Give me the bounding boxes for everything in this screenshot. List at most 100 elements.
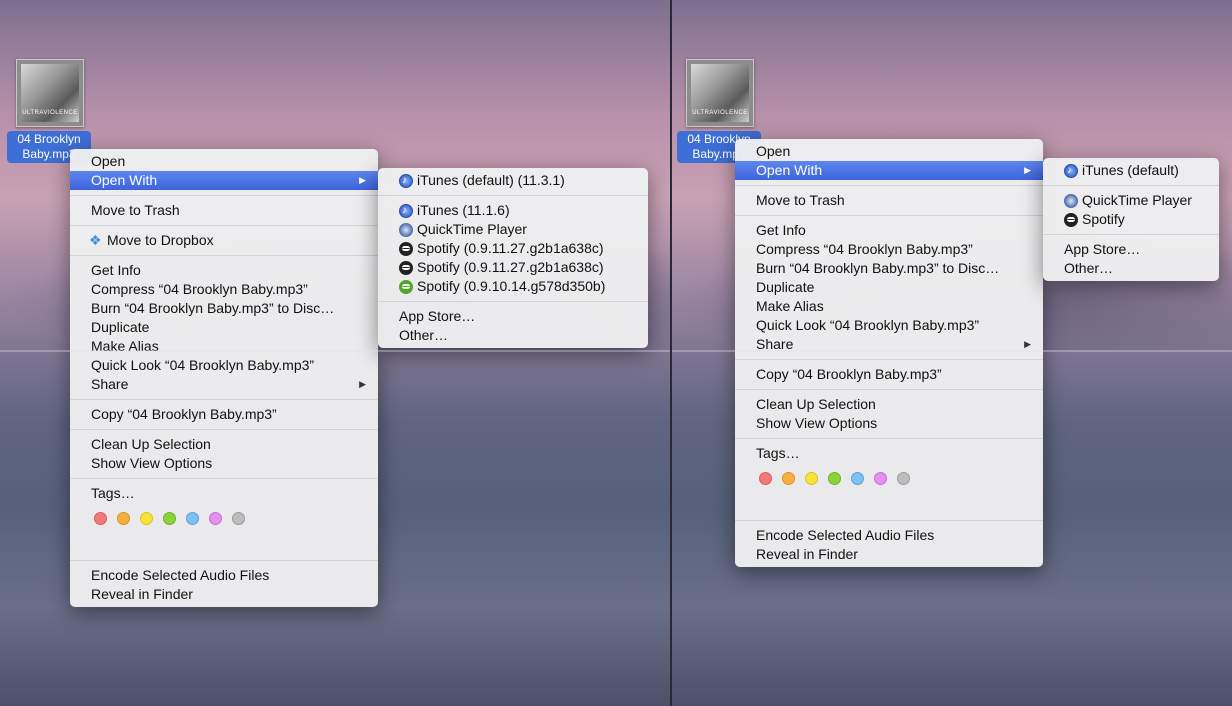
- menu-separator: [378, 301, 648, 302]
- submenu-item-default-app[interactable]: iTunes (default): [1043, 161, 1219, 180]
- submenu-arrow-icon: ▶: [359, 175, 366, 185]
- menu-item-copy[interactable]: Copy “04 Brooklyn Baby.mp3”: [735, 365, 1043, 384]
- menu-item-duplicate[interactable]: Duplicate: [70, 318, 378, 337]
- menu-item-copy[interactable]: Copy “04 Brooklyn Baby.mp3”: [70, 405, 378, 424]
- desktop-right: ULTRAVIOLENCE 04 Brooklyn Baby.mp3 Open …: [672, 0, 1232, 706]
- menu-separator: [735, 520, 1043, 521]
- submenu-arrow-icon: ▶: [1024, 165, 1031, 175]
- menu-item-reveal-in-finder[interactable]: Reveal in Finder: [735, 545, 1043, 564]
- menu-separator: [70, 225, 378, 226]
- tag-purple[interactable]: [874, 471, 887, 485]
- menu-item-burn[interactable]: Burn “04 Brooklyn Baby.mp3” to Disc…: [70, 299, 378, 318]
- menu-item-open[interactable]: Open: [735, 142, 1043, 161]
- menu-separator: [735, 438, 1043, 439]
- menu-item-get-info[interactable]: Get Info: [735, 221, 1043, 240]
- quicktime-icon: [399, 222, 413, 237]
- menu-separator: [735, 215, 1043, 216]
- tag-yellow[interactable]: [140, 511, 153, 525]
- menu-item-move-to-dropbox[interactable]: Move to Dropbox: [70, 231, 378, 250]
- open-with-submenu: iTunes (default) (11.3.1) iTunes (11.1.6…: [378, 168, 648, 348]
- tag-yellow[interactable]: [805, 471, 818, 485]
- menu-item-encode-audio[interactable]: Encode Selected Audio Files: [70, 566, 378, 585]
- menu-item-make-alias[interactable]: Make Alias: [735, 297, 1043, 316]
- menu-item-clean-up-selection[interactable]: Clean Up Selection: [70, 435, 378, 454]
- submenu-item-default-app[interactable]: iTunes (default) (11.3.1): [378, 171, 648, 190]
- menu-separator: [70, 478, 378, 479]
- tag-orange[interactable]: [782, 471, 795, 485]
- itunes-icon: [399, 201, 413, 220]
- submenu-item-app-store[interactable]: App Store…: [1043, 240, 1219, 259]
- tag-orange[interactable]: [117, 511, 130, 525]
- tag-purple[interactable]: [209, 511, 222, 525]
- album-art-icon[interactable]: ULTRAVIOLENCE: [686, 59, 754, 127]
- menu-separator: [1043, 185, 1219, 186]
- menu-item-quick-look[interactable]: Quick Look “04 Brooklyn Baby.mp3”: [70, 356, 378, 375]
- menu-separator: [1043, 234, 1219, 235]
- submenu-item-other[interactable]: Other…: [1043, 259, 1219, 278]
- menu-item-share[interactable]: Share ▶: [70, 375, 378, 394]
- menu-separator: [378, 195, 648, 196]
- menu-separator: [70, 560, 378, 561]
- itunes-icon: [399, 171, 413, 190]
- menu-item-show-view-options[interactable]: Show View Options: [70, 454, 378, 473]
- menu-item-open-with[interactable]: Open With ▶: [735, 161, 1043, 180]
- menu-item-encode-audio[interactable]: Encode Selected Audio Files: [735, 526, 1043, 545]
- menu-separator: [70, 255, 378, 256]
- menu-separator: [735, 185, 1043, 186]
- menu-item-clean-up-selection[interactable]: Clean Up Selection: [735, 395, 1043, 414]
- submenu-item-app[interactable]: Spotify (0.9.11.27.g2b1a638c): [378, 239, 648, 258]
- open-with-submenu: iTunes (default) QuickTime Player Spotif…: [1043, 158, 1219, 281]
- album-art-text: ULTRAVIOLENCE: [692, 110, 748, 116]
- menu-item-quick-look[interactable]: Quick Look “04 Brooklyn Baby.mp3”: [735, 316, 1043, 335]
- menu-item-move-to-trash[interactable]: Move to Trash: [70, 201, 378, 220]
- tag-color-row: [735, 463, 1043, 493]
- submenu-item-app[interactable]: Spotify (0.9.10.14.g578d350b): [378, 277, 648, 296]
- tag-green[interactable]: [163, 511, 176, 525]
- submenu-arrow-icon: ▶: [1024, 339, 1031, 349]
- album-art-icon[interactable]: ULTRAVIOLENCE: [16, 59, 84, 127]
- spotify-green-icon: [399, 279, 413, 294]
- menu-item-make-alias[interactable]: Make Alias: [70, 337, 378, 356]
- submenu-item-app[interactable]: Spotify (0.9.11.27.g2b1a638c): [378, 258, 648, 277]
- submenu-item-app[interactable]: QuickTime Player: [1043, 191, 1219, 210]
- menu-item-show-view-options[interactable]: Show View Options: [735, 414, 1043, 433]
- tag-gray[interactable]: [897, 471, 910, 485]
- menu-item-duplicate[interactable]: Duplicate: [735, 278, 1043, 297]
- menu-item-open-with[interactable]: Open With ▶: [70, 171, 378, 190]
- tag-color-row: [70, 503, 378, 533]
- menu-item-get-info[interactable]: Get Info: [70, 261, 378, 280]
- spotify-icon: [399, 260, 413, 275]
- menu-separator: [70, 195, 378, 196]
- menu-separator: [735, 389, 1043, 390]
- context-menu: Open Open With▶ Move to Trash Move to Dr…: [70, 149, 378, 607]
- tag-gray[interactable]: [232, 511, 245, 525]
- menu-item-share[interactable]: Share ▶: [735, 335, 1043, 354]
- submenu-item-app-store[interactable]: App Store…: [378, 307, 648, 326]
- tag-blue[interactable]: [186, 511, 199, 525]
- menu-item-move-to-trash[interactable]: Move to Trash: [735, 191, 1043, 210]
- menu-item-compress[interactable]: Compress “04 Brooklyn Baby.mp3”: [735, 240, 1043, 259]
- file-name-line1: 04 Brooklyn: [17, 132, 81, 146]
- submenu-item-app[interactable]: QuickTime Player: [378, 220, 648, 239]
- menu-item-open[interactable]: Open: [70, 152, 378, 171]
- menu-separator: [735, 359, 1043, 360]
- menu-item-reveal-in-finder[interactable]: Reveal in Finder: [70, 585, 378, 604]
- tag-blue[interactable]: [851, 471, 864, 485]
- menu-spacer: [70, 533, 378, 555]
- submenu-item-app[interactable]: iTunes (11.1.6): [378, 201, 648, 220]
- menu-item-tags[interactable]: Tags…: [70, 484, 378, 503]
- menu-item-tags[interactable]: Tags…: [735, 444, 1043, 463]
- tag-green[interactable]: [828, 471, 841, 485]
- itunes-icon: [1064, 161, 1078, 180]
- context-menu: Open Open With ▶ Move to Trash Get Info C…: [735, 139, 1043, 567]
- dropbox-icon: [89, 231, 103, 250]
- menu-separator: [70, 399, 378, 400]
- tag-red[interactable]: [759, 471, 772, 485]
- tag-red[interactable]: [94, 511, 107, 525]
- submenu-item-other[interactable]: Other…: [378, 326, 648, 345]
- menu-separator: [70, 429, 378, 430]
- submenu-item-app[interactable]: Spotify: [1043, 210, 1219, 229]
- menu-item-burn[interactable]: Burn “04 Brooklyn Baby.mp3” to Disc…: [735, 259, 1043, 278]
- quicktime-icon: [1064, 193, 1078, 208]
- menu-item-compress[interactable]: Compress “04 Brooklyn Baby.mp3”: [70, 280, 378, 299]
